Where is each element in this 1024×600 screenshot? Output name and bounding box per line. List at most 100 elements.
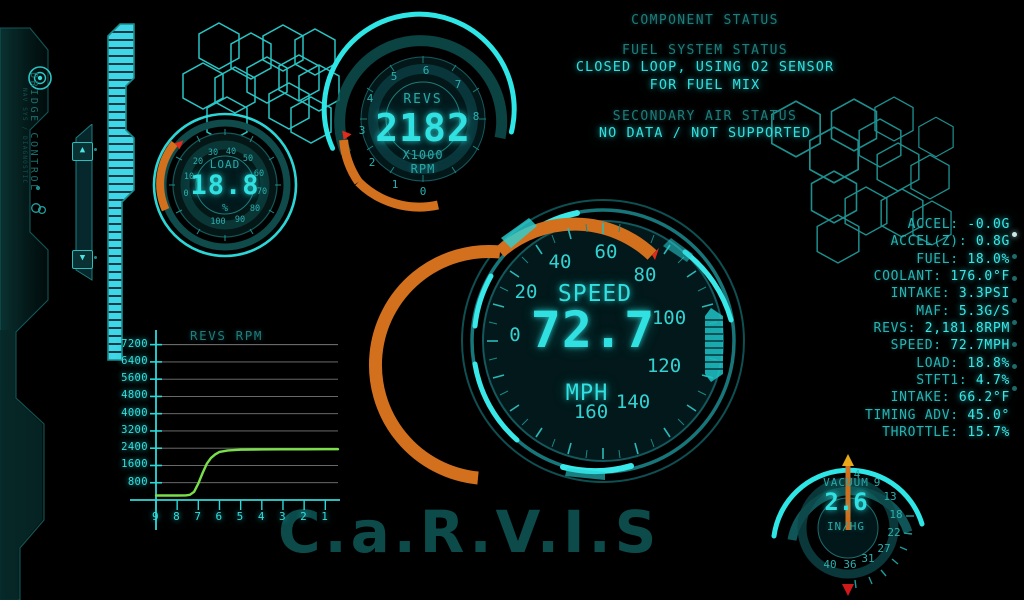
chart-x-tick-label: 5 — [236, 510, 244, 523]
readout-row: FUEL: 18.0% — [830, 251, 1010, 268]
revs-tick-0: 0 — [420, 185, 427, 198]
readout-value: 176.0°F — [950, 269, 1010, 285]
scroll-down-button[interactable]: ▼ — [72, 250, 93, 269]
revs-tick-7: 7 — [455, 78, 462, 91]
fuel-system-status-line2: FOR FUEL MIX — [649, 77, 761, 94]
readout-row: LOAD: 18.8% — [830, 355, 1010, 372]
readout-row: INTAKE: 3.3PSI — [830, 285, 1010, 302]
readout-label: FUEL: — [916, 251, 959, 267]
chart-x-tick-label: 7 — [194, 510, 201, 523]
load-gauge-unit: % — [221, 203, 229, 214]
hud-screen: BRIDGE CONTROL NAV SYS / DIAGNOSTIC ▲ ▼ — [0, 0, 1024, 600]
telemetry-readout-list: ACCEL: -0.0G ACCEL(Z): 0.8G FUEL: 18.0% … — [830, 216, 1010, 440]
readout-label: LOAD: — [916, 355, 959, 371]
vacuum-tick-31: 31 — [861, 552, 874, 565]
chart-x-tick-label: 4 — [257, 510, 265, 523]
readout-value: 2,181.8RPM — [924, 321, 1010, 337]
hex-tile — [874, 96, 914, 142]
chart-y-tick-label: 5600 — [121, 372, 148, 385]
bridge-control-subtext: NAV SYS / DIAGNOSTIC — [21, 88, 28, 185]
readout-row: ACCEL: -0.0G — [830, 216, 1010, 233]
fuel-system-status-heading: FUEL SYSTEM STATUS — [621, 43, 789, 59]
indicator-dot-active — [1011, 232, 1017, 237]
edge-indicator-dots — [1009, 232, 1019, 408]
readout-value: 18.8% — [967, 355, 1010, 371]
component-status-panel: COMPONENT STATUS FUEL SYSTEM STATUS CLOS… — [540, 12, 870, 143]
indicator-dot — [1011, 364, 1017, 369]
bridge-control-text: BRIDGE CONTROL — [28, 72, 39, 193]
chart-x-tick-label: 3 — [278, 510, 286, 523]
scroll-up-dot — [94, 148, 97, 151]
chart-y-tick-label: 7200 — [121, 337, 148, 350]
readout-label: REVS: — [873, 321, 917, 337]
readout-label: SPEED: — [890, 338, 942, 354]
level-bar[interactable] — [100, 22, 140, 362]
load-gauge: 0 10 20 30 40 50 60 70 80 90 100 LOAD 18… — [150, 110, 300, 260]
load-tick-30: 30 — [208, 148, 218, 158]
speed-gauge-unit: MPH — [565, 381, 609, 406]
speed-gauge: 0 20 40 60 80 100 120 140 160 SPEED 72.7… — [368, 196, 755, 486]
readout-value: 45.0° — [967, 407, 1010, 423]
scroll-down-dot — [94, 256, 97, 259]
hex-tile — [918, 116, 954, 158]
revs-tick-5: 5 — [391, 70, 398, 83]
chart-y-tick-label: 2400 — [121, 441, 148, 454]
readout-row: REVS: 2,181.8RPM — [830, 320, 1010, 337]
load-tick-40: 40 — [226, 147, 236, 157]
revs-gauge-unit-multiplier: X1000 — [402, 148, 444, 162]
readout-row: ACCEL(Z): 0.8G — [830, 233, 1010, 250]
chart-title: REVS RPM — [190, 328, 264, 343]
readout-row: TIMING ADV: 45.0° — [830, 407, 1010, 424]
vacuum-gauge: 4 9 13 18 22 27 31 36 40 VACUUM 2.6 IN/H… — [762, 428, 934, 600]
chart-y-tick-label: 800 — [127, 475, 148, 488]
chart-y-tick-label: 6400 — [121, 354, 148, 367]
secondary-air-status-line1: NO DATA / NOT SUPPORTED — [598, 125, 812, 142]
indicator-dot — [1011, 386, 1017, 391]
readout-row: COOLANT: 176.0°F — [830, 268, 1010, 285]
readout-label: MAF: — [916, 303, 951, 319]
chart-series-line — [154, 447, 340, 497]
load-tick-90: 90 — [235, 215, 245, 225]
revs-rpm-chart: REVS RPM 800 1600 2400 3200 4000 4800 5600 6400… — [112, 328, 342, 538]
speed-tick-60: 60 — [595, 241, 618, 263]
readout-row: STFT1: 4.7% — [830, 372, 1010, 389]
vacuum-gauge-unit: IN/HG — [826, 520, 866, 533]
revs-gauge-name: REVS — [403, 92, 443, 107]
readout-value: 18.0% — [967, 251, 1010, 267]
vacuum-tick-27: 27 — [877, 542, 890, 555]
speed-tick-40: 40 — [549, 251, 572, 273]
readout-value: 15.7% — [967, 425, 1010, 441]
readout-row: SPEED: 72.7MPH — [830, 337, 1010, 354]
revs-gauge-value: 2182 — [375, 106, 471, 150]
readout-label: ACCEL: — [907, 217, 959, 232]
readout-label: INTAKE: — [890, 286, 951, 302]
scroll-up-button[interactable]: ▲ — [72, 142, 93, 161]
readout-row: MAF: 5.3G/S — [830, 303, 1010, 320]
load-gauge-value: 18.8 — [190, 170, 260, 201]
indicator-dot — [1011, 320, 1017, 325]
readout-label: TIMING ADV: — [865, 407, 959, 423]
speed-gauge-value: 72.7 — [530, 301, 656, 359]
indicator-dot — [1011, 342, 1017, 347]
chart-x-tick-label: 1 — [321, 510, 328, 523]
revs-tick-1: 1 — [392, 178, 399, 191]
readout-value: 3.3PSI — [958, 286, 1010, 302]
indicator-dot — [1011, 298, 1017, 303]
vacuum-tick-40: 40 — [823, 558, 836, 571]
readout-label: STFT1: — [916, 373, 968, 389]
fuel-system-status-line1: CLOSED LOOP, USING O2 SENSOR — [575, 59, 835, 76]
readout-label: INTAKE: — [890, 390, 951, 406]
chart-y-tick-label: 3200 — [121, 423, 148, 436]
component-status-title: COMPONENT STATUS — [631, 13, 779, 28]
indicator-dot — [1011, 276, 1017, 281]
secondary-air-status-heading: SECONDARY AIR STATUS — [612, 108, 798, 124]
vacuum-tick-36: 36 — [843, 558, 856, 571]
readout-row: INTAKE: 66.2°F — [830, 389, 1010, 406]
chart-y-tick-label: 1600 — [121, 458, 148, 471]
chart-y-tick-label: 4000 — [121, 406, 148, 419]
chart-x-tick-label: 2 — [300, 510, 307, 523]
revs-gauge-unit: RPM — [410, 162, 436, 176]
readout-label: COOLANT: — [873, 269, 942, 285]
readout-value: 66.2°F — [958, 390, 1010, 406]
readout-value: 5.3G/S — [958, 303, 1010, 319]
